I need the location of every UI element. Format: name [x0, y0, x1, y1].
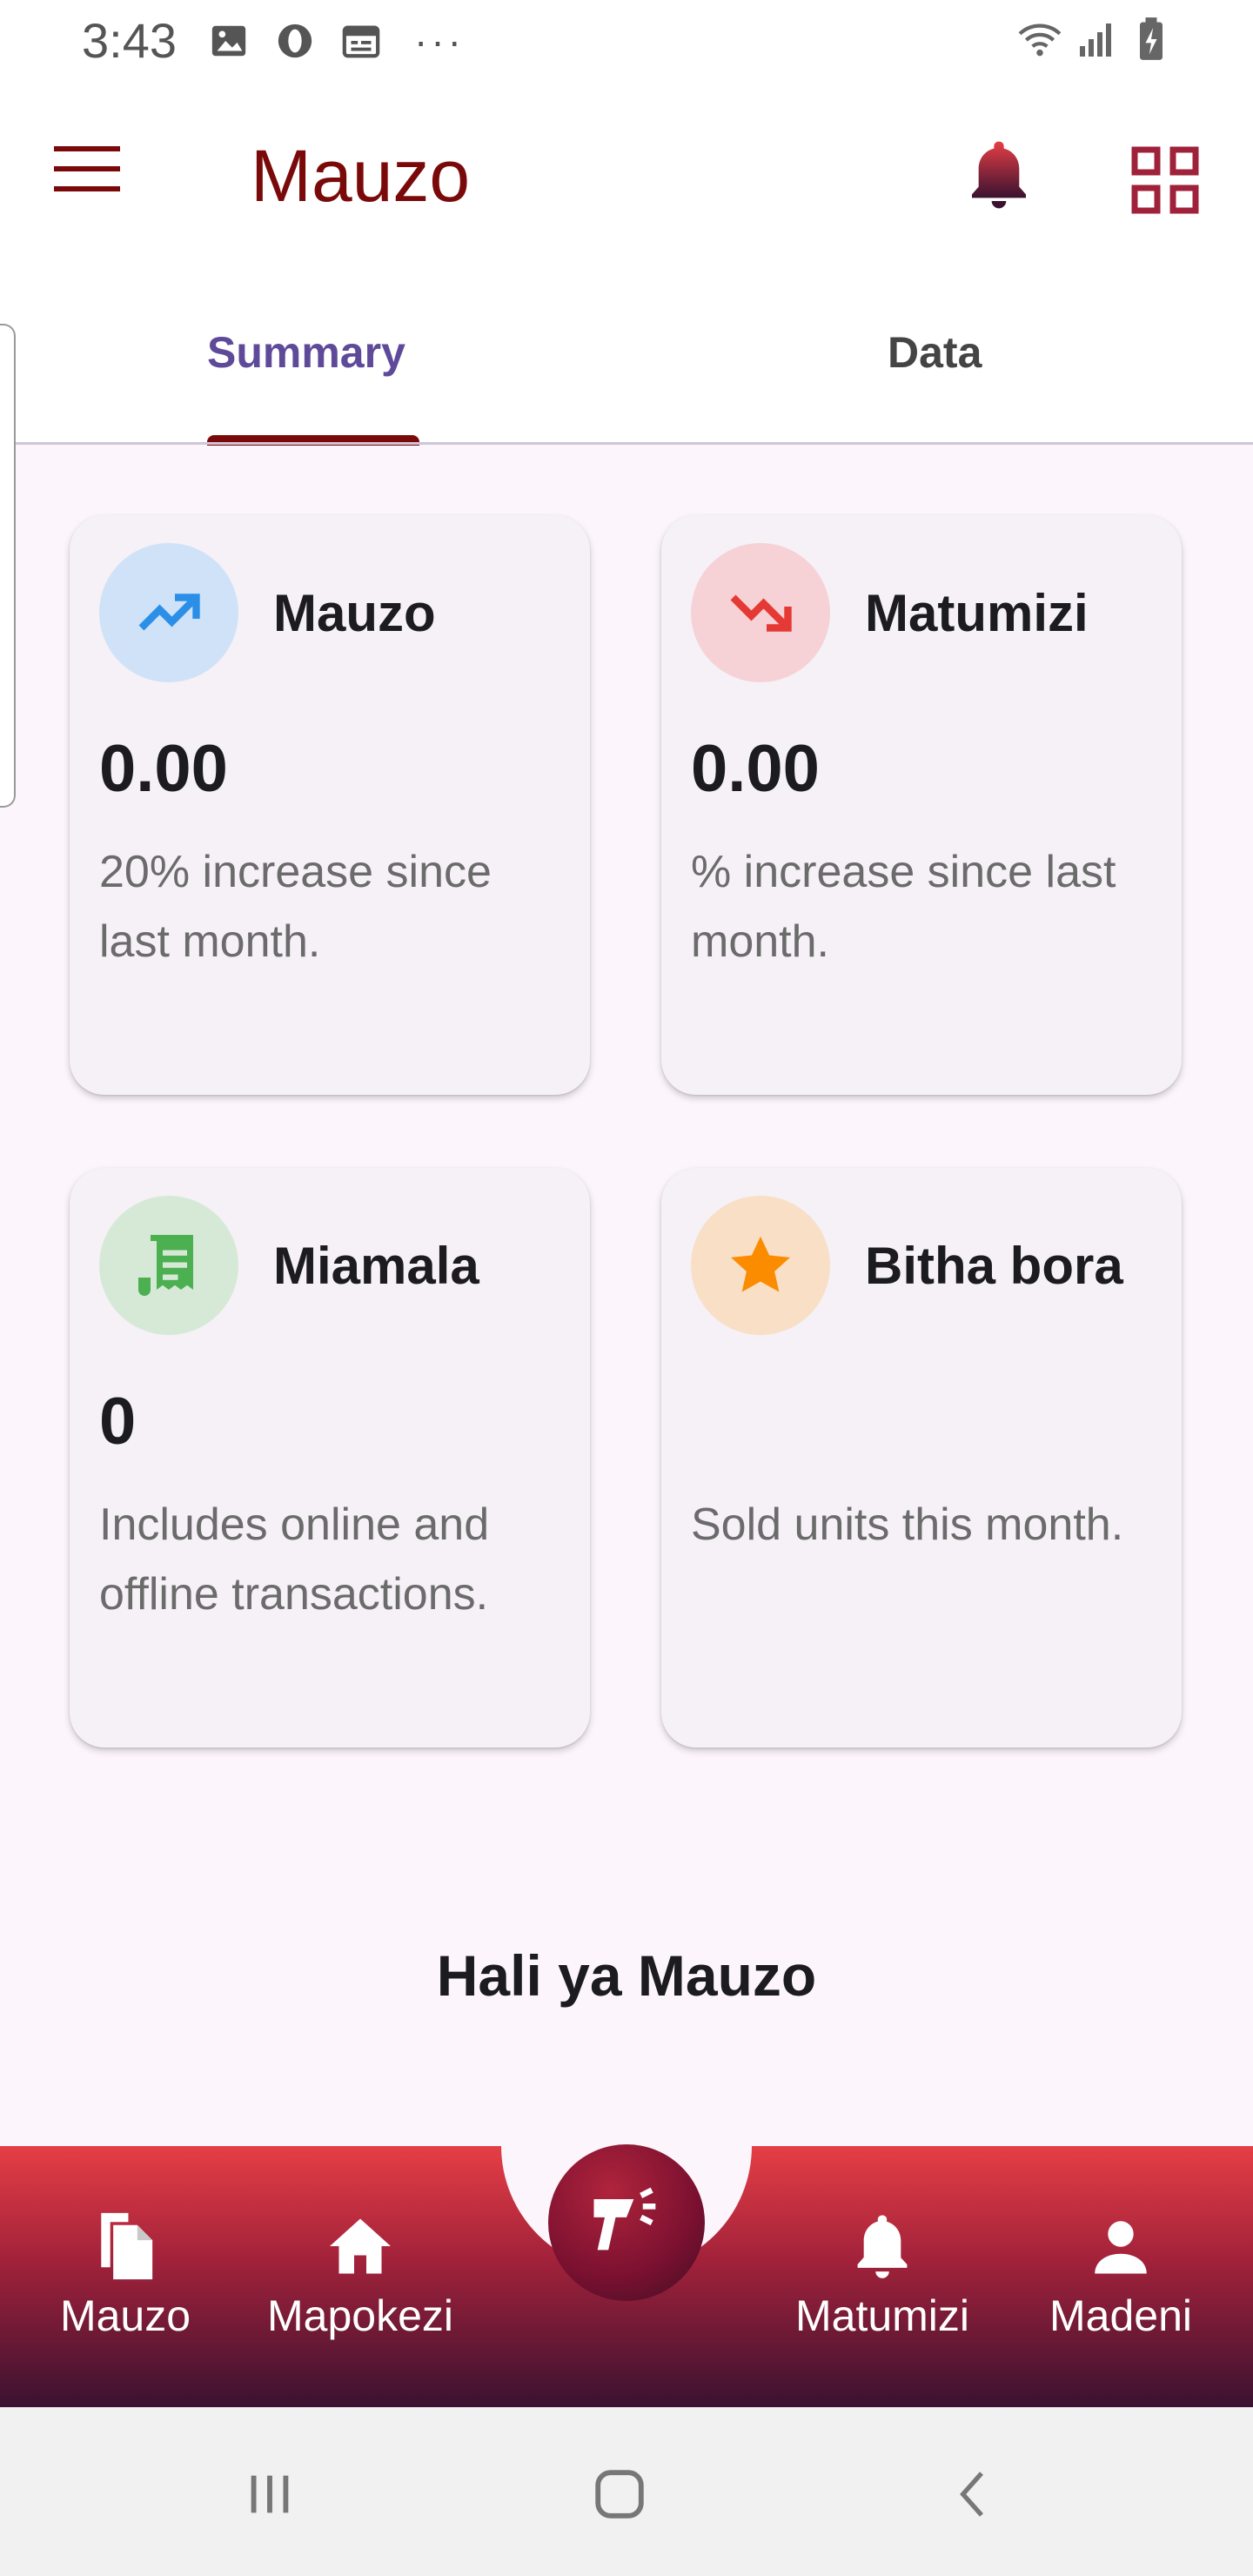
calendar-icon: [339, 19, 383, 63]
summary-card-miamala[interactable]: Miamala 0 Includes online and offline tr…: [70, 1168, 590, 1748]
bell-icon: [769, 2207, 995, 2285]
status-time: 3:43: [82, 13, 177, 68]
summary-card-mauzo[interactable]: Mauzo 0.00 20% increase since last month…: [70, 515, 590, 1095]
signal-icon: [1074, 17, 1117, 61]
nav-item-matumizi[interactable]: Matumizi: [769, 2207, 995, 2341]
app-bar: Mauzo: [0, 84, 1253, 275]
wifi-icon: [1018, 17, 1062, 61]
card-value: 0.00: [691, 732, 820, 806]
section-title: Hali ya Mauzo: [436, 1943, 817, 2008]
person-icon: [1008, 2207, 1234, 2285]
battery-charging-icon: [1129, 17, 1173, 61]
more-notifications-indicator: ···: [414, 18, 465, 64]
card-title: Bitha bora: [865, 1237, 1123, 1295]
nav-label: Matumizi: [794, 2291, 970, 2340]
trending-up-icon: [99, 543, 238, 682]
nav-label: Madeni: [1049, 2291, 1192, 2340]
home-icon: [247, 2207, 473, 2285]
card-value: 0: [99, 1385, 137, 1459]
tab-summary[interactable]: Summary: [207, 327, 405, 378]
hamburger-menu-icon[interactable]: [54, 144, 141, 205]
summary-card-bitha-bora[interactable]: Bitha bora Sold units this month.: [661, 1168, 1182, 1748]
documents-icon: [12, 2207, 238, 2285]
tab-bar: Summary Data: [0, 275, 1253, 446]
nav-item-mauzo[interactable]: Mauzo: [12, 2207, 238, 2341]
card-description: 20% increase since last month.: [99, 847, 492, 967]
bell-icon[interactable]: [964, 136, 1039, 219]
back-icon[interactable]: [940, 2459, 1009, 2529]
drawer-handle[interactable]: [0, 324, 16, 808]
summary-card-matumizi[interactable]: Matumizi 0.00 % increase since last mont…: [661, 515, 1182, 1095]
grid-icon[interactable]: [1131, 146, 1201, 216]
barcode-scanner-button[interactable]: [548, 2144, 705, 2301]
card-title: Miamala: [273, 1237, 479, 1295]
card-value: 0.00: [99, 732, 228, 806]
nav-item-madeni[interactable]: Madeni: [1008, 2207, 1234, 2341]
nav-item-mapokezi[interactable]: Mapokezi: [247, 2207, 473, 2341]
nav-label: Mapokezi: [267, 2291, 453, 2340]
trending-down-icon: [691, 543, 830, 682]
nav-label: Mauzo: [59, 2291, 191, 2340]
star-icon: [691, 1196, 830, 1335]
tab-data[interactable]: Data: [888, 327, 982, 378]
page-title: Mauzo: [251, 135, 471, 217]
status-icons-left: ···: [207, 19, 465, 63]
tabs-divider: [0, 442, 1253, 445]
status-icons-right: [1018, 17, 1173, 61]
barcode-scanner-icon: [583, 2177, 670, 2269]
status-bar: 3:43 ···: [0, 0, 1253, 84]
card-title: Mauzo: [273, 584, 436, 642]
opera-icon: [273, 19, 317, 63]
card-description: % increase since last month.: [691, 847, 1116, 967]
card-title: Matumizi: [865, 584, 1089, 642]
home-button-icon[interactable]: [585, 2459, 654, 2529]
receipt-icon: [99, 1196, 238, 1335]
card-description: Includes online and offline transactions…: [99, 1499, 490, 1620]
card-description: Sold units this month.: [691, 1499, 1124, 1550]
system-navigation-bar: [0, 2407, 1253, 2576]
nav-notch-cover: [501, 2021, 752, 2146]
gallery-icon: [207, 19, 251, 63]
recent-apps-icon[interactable]: [235, 2459, 305, 2529]
